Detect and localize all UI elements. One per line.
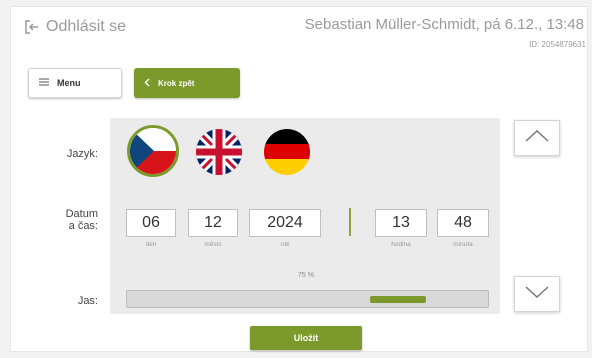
scroll-up-button[interactable] <box>514 120 560 156</box>
brightness-value: 75 % <box>298 272 314 279</box>
brightness-slider[interactable] <box>126 290 489 308</box>
datetime-label-line2: a čas: <box>68 220 98 232</box>
flag-czech-icon[interactable] <box>127 125 179 177</box>
chevron-down-icon <box>524 285 550 304</box>
minute-input[interactable]: 48 <box>437 209 489 237</box>
year-input[interactable]: 2024 <box>249 209 321 237</box>
chevron-left-icon <box>144 78 150 89</box>
save-button[interactable]: Uložit <box>250 326 362 350</box>
datetime-label: Datum a čas: <box>40 208 98 232</box>
month-input[interactable]: 12 <box>188 209 238 237</box>
language-label: Jazyk: <box>66 148 98 160</box>
flag-uk-icon[interactable] <box>196 129 242 175</box>
day-caption: den <box>145 241 157 248</box>
logout-icon <box>24 19 40 35</box>
user-id: ID: 2054879631 <box>529 40 586 49</box>
minute-caption: minuta <box>453 241 473 248</box>
day-input[interactable]: 06 <box>126 209 176 237</box>
scroll-down-button[interactable] <box>514 276 560 312</box>
month-caption: měsíc <box>204 241 222 248</box>
datetime-label-line1: Datum <box>65 208 98 220</box>
hamburger-icon <box>39 78 49 88</box>
back-button[interactable]: Krok zpět <box>134 68 240 98</box>
chevron-up-icon <box>524 129 550 148</box>
brightness-slider-handle[interactable] <box>369 296 426 303</box>
hour-caption: hodina <box>391 241 411 248</box>
year-caption: rok <box>280 241 290 248</box>
back-button-label: Krok zpět <box>158 78 195 88</box>
logout-button[interactable]: Odhlásit se <box>24 18 126 36</box>
date-time-separator <box>349 208 351 236</box>
logout-label: Odhlásit se <box>46 18 127 35</box>
menu-button-label: Menu <box>57 78 81 88</box>
flag-germany-icon[interactable] <box>264 129 310 175</box>
hour-input[interactable]: 13 <box>375 209 427 237</box>
menu-button[interactable]: Menu <box>28 68 122 98</box>
brightness-label: Jas: <box>77 295 98 307</box>
user-info: Sebastian Müller-Schmidt, pá 6.12., 13:4… <box>304 16 584 33</box>
